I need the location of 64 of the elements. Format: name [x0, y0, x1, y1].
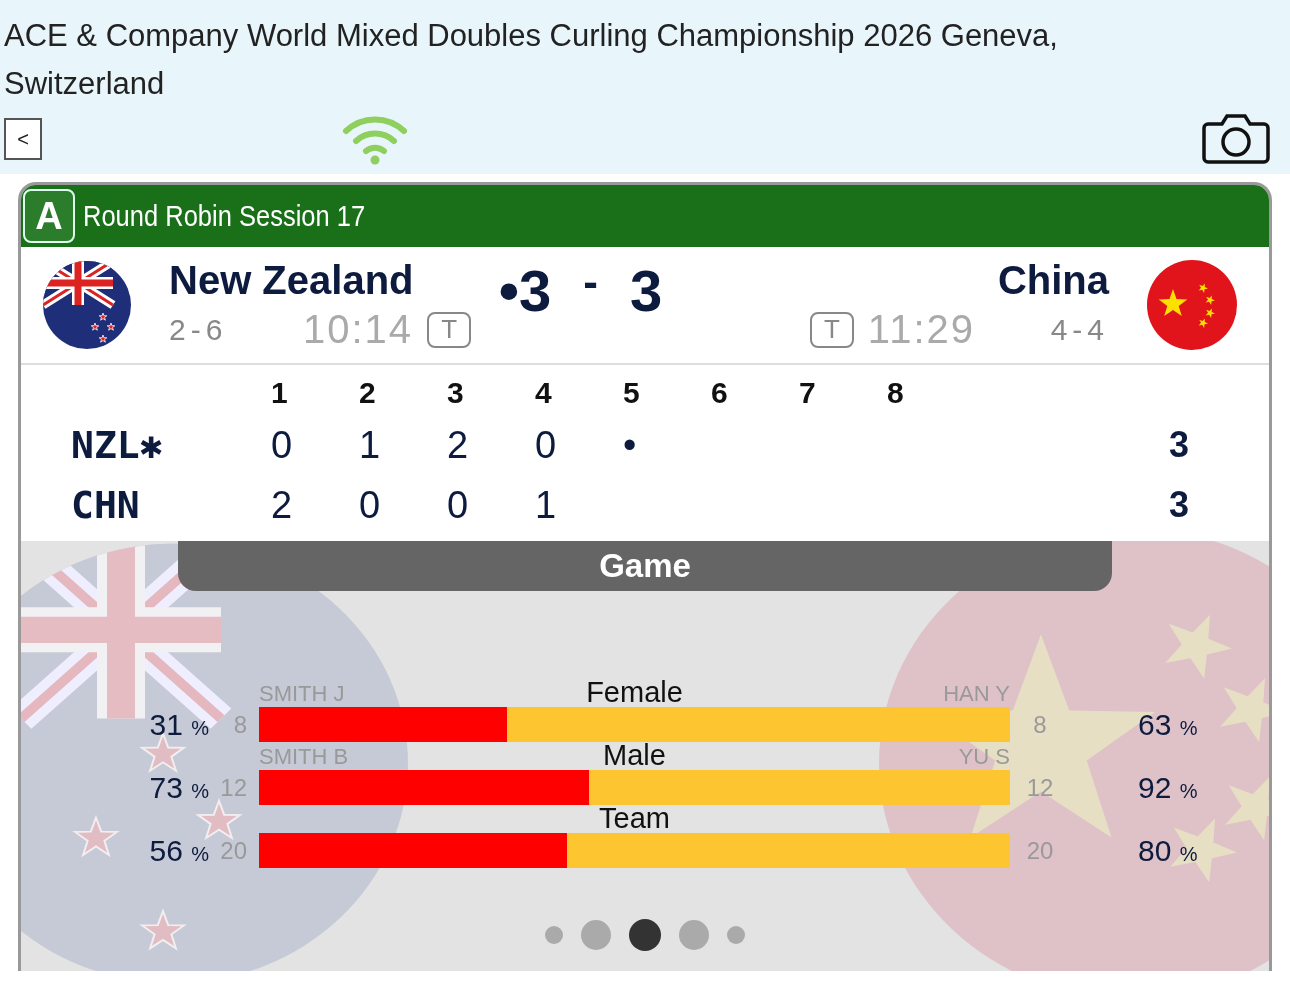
shot-count: 12: [1026, 773, 1054, 802]
percentage: 63 %: [1138, 707, 1198, 742]
score-separator: -: [583, 256, 598, 308]
page-dot[interactable]: [545, 926, 563, 944]
session-title: Round Robin Session 17: [83, 199, 366, 233]
team-name: China: [997, 258, 1109, 303]
end-score: 2: [271, 483, 293, 527]
clock-time: 10:14: [303, 307, 414, 352]
timeout-badge: T: [427, 311, 472, 348]
page-title: ACE & Company World Mixed Doubles Curling Championship 2026 Geneva, Switzerland: [4, 17, 1059, 103]
team-code: CHN: [71, 483, 140, 527]
total-score: 3: [1169, 424, 1190, 465]
page-dot[interactable]: [679, 920, 709, 950]
shot-count: 20: [220, 836, 248, 865]
team-score: •3: [498, 256, 552, 324]
page-dot[interactable]: [581, 920, 611, 950]
clock-time: 11:29: [867, 307, 975, 352]
end-number: 2: [359, 376, 376, 410]
team-code: NZL✱: [71, 423, 163, 467]
end-number: 4: [535, 376, 552, 410]
end-score: 1: [359, 423, 381, 467]
end-score: 0: [535, 423, 557, 467]
end-number: 1: [271, 376, 288, 410]
end-score: 0: [359, 483, 381, 527]
category-label: Male: [603, 739, 666, 772]
total-score: 3: [1169, 484, 1190, 525]
player-name: SMITH B: [259, 744, 349, 770]
end-score: 1: [535, 483, 557, 527]
team-name: New Zealand: [169, 258, 414, 303]
percentage: 56 %: [149, 833, 209, 868]
player-name: SMITH J: [259, 681, 345, 707]
shot-count: 8: [1033, 710, 1047, 739]
category-label: Team: [599, 802, 670, 835]
percentage: 31 %: [149, 707, 209, 742]
end-number: 5: [623, 376, 640, 410]
panel-tab[interactable]: Game: [178, 541, 1112, 591]
team-record: 4-4: [1049, 312, 1109, 347]
player-name: HAN Y: [943, 681, 1010, 707]
end-number: 6: [711, 376, 728, 410]
percentage: 73 %: [149, 770, 209, 805]
percentage: 80 %: [1138, 833, 1198, 868]
end-number: 3: [447, 376, 464, 410]
page-dot[interactable]: [629, 919, 661, 951]
percentage: 92 %: [1138, 770, 1198, 805]
player-name: YU S: [958, 744, 1010, 770]
shot-count: 20: [1026, 836, 1054, 865]
category-label: Female: [586, 676, 683, 709]
back-button[interactable]: <: [4, 118, 42, 160]
end-score: 0: [447, 483, 469, 527]
team-record: 2-6: [169, 312, 229, 347]
shot-count: 8: [233, 710, 248, 739]
sheet-badge: A: [23, 189, 75, 243]
shot-count: 12: [220, 773, 248, 802]
camera-icon[interactable]: [1202, 112, 1270, 166]
end-score: •: [623, 423, 637, 467]
end-number: 7: [799, 376, 816, 410]
flag-icon: [1147, 260, 1237, 350]
end-score: 0: [271, 423, 293, 467]
team-score: 3: [629, 256, 663, 324]
end-number: 8: [887, 376, 904, 410]
timeout-badge: T: [809, 311, 854, 348]
wifi-icon: [342, 113, 408, 165]
page-dot[interactable]: [727, 926, 745, 944]
end-score: 2: [447, 423, 469, 467]
